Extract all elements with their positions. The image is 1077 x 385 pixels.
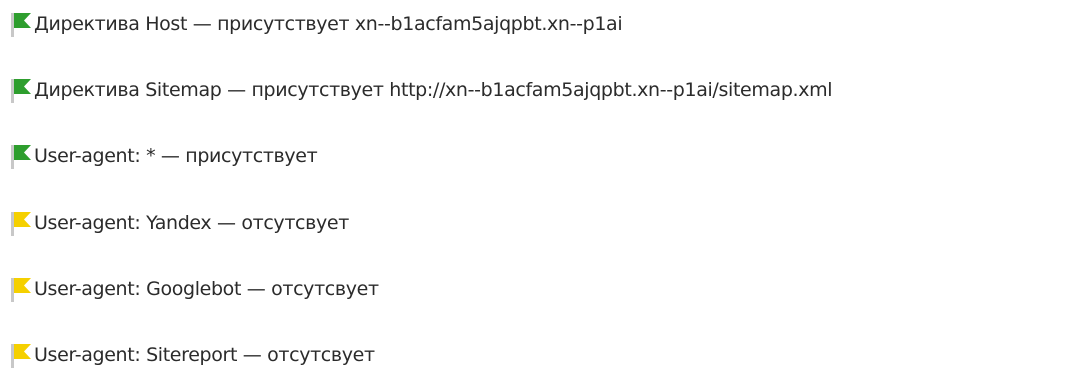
check-text: User-agent: Yandex — отсутсвует [34,212,349,234]
check-row-user-agent-sitereport: User-agent: Sitereport — отсутсвует [10,339,375,371]
check-row-user-agent-all: User-agent: * — присутствует [10,140,318,172]
check-text: Директива Host — присутствует xn--b1acfa… [34,13,623,35]
check-text: User-agent: * — присутствует [34,145,318,167]
check-text: Директива Sitemap — присутствует http://… [34,79,833,101]
yellow-flag-icon [11,212,31,236]
yellow-flag-icon [11,278,31,302]
yellow-flag-icon [11,344,31,368]
check-row-user-agent-yandex: User-agent: Yandex — отсутсвует [10,207,349,239]
green-flag-icon [11,145,31,169]
check-row-sitemap: Директива Sitemap — присутствует http://… [10,74,833,106]
check-text: User-agent: Sitereport — отсутсвует [34,344,375,366]
green-flag-icon [11,13,31,37]
green-flag-icon [11,79,31,103]
check-row-host: Директива Host — присутствует xn--b1acfa… [10,8,623,40]
check-text: User-agent: Googlebot — отсутсвует [34,278,379,300]
check-row-user-agent-googlebot: User-agent: Googlebot — отсутсвует [10,273,379,305]
